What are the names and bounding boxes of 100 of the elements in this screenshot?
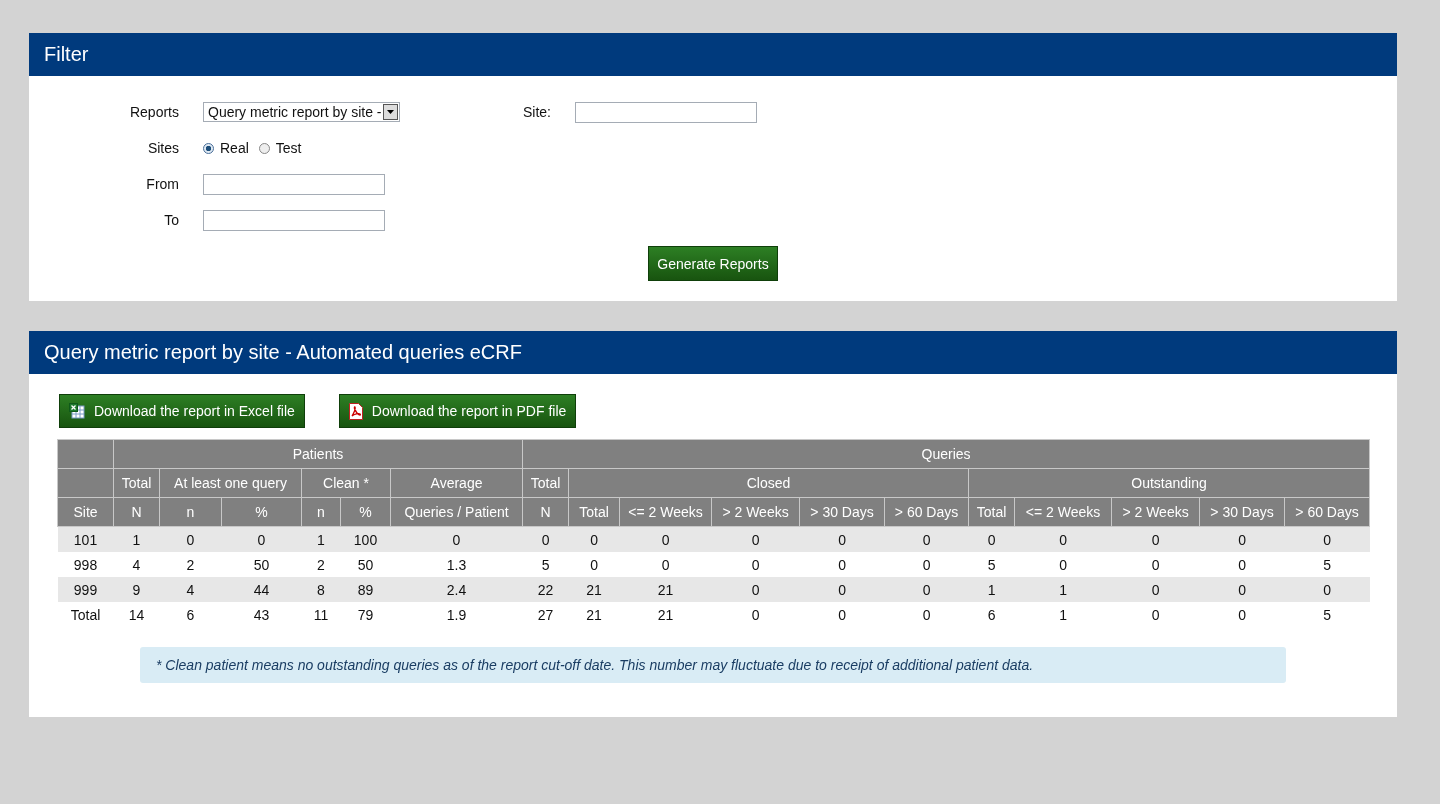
table-cell: 1: [1014, 602, 1112, 627]
table-cell: 4: [159, 577, 222, 602]
table-cell: 22: [522, 577, 569, 602]
table-cell: 14: [113, 602, 160, 627]
table-cell: 0: [221, 526, 302, 552]
radio-button[interactable]: [203, 142, 214, 154]
table-cell: 999: [57, 577, 114, 602]
table-cell: 0: [884, 602, 969, 627]
footnote: * Clean patient means no outstanding queries as of the report cut-off date. This number may fluctuate due to receipt of additional patient data.: [140, 647, 1286, 683]
column-header: <= 2 Weeks: [619, 497, 712, 527]
field-label: Site:: [523, 104, 552, 120]
table-cell: 0: [799, 602, 885, 627]
table-cell: 8: [301, 577, 341, 602]
table-cell: 0: [884, 526, 969, 552]
table-cell: 0: [711, 552, 800, 577]
column-header: %: [221, 497, 302, 527]
column-header: Patients: [113, 439, 523, 469]
radio-label: Test: [275, 140, 302, 156]
table-cell: 0: [568, 552, 620, 577]
table-cell: 0: [1111, 602, 1200, 627]
table-cell: Total: [57, 602, 114, 627]
table-cell: 0: [711, 577, 800, 602]
table-cell: 998: [57, 552, 114, 577]
download-pdf-button[interactable]: Download the report in PDF file: [338, 394, 577, 428]
table-cell: 6: [159, 602, 222, 627]
column-header: At least one query: [159, 468, 302, 498]
column-header: Outstanding: [968, 468, 1370, 498]
table-cell: 21: [619, 602, 712, 627]
table-cell: 0: [799, 552, 885, 577]
reports-dropdown[interactable]: Query metric report by site -: [203, 102, 400, 122]
table-cell: 0: [799, 577, 885, 602]
table-cell: 0: [1111, 552, 1200, 577]
table-cell: 21: [568, 577, 620, 602]
from-date-input[interactable]: [203, 173, 385, 195]
caret-icon: [387, 110, 394, 114]
table-cell: 9: [113, 577, 160, 602]
column-header: > 60 Days: [1284, 497, 1370, 527]
generate-reports-button[interactable]: Generate Reports: [648, 246, 778, 281]
table-cell: 0: [1199, 602, 1285, 627]
column-header: Queries: [522, 439, 1370, 469]
column-header: Average: [390, 468, 523, 498]
table-cell: 0: [711, 602, 800, 627]
field-label: Reports: [128, 104, 179, 120]
table-cell: 1: [968, 577, 1015, 602]
radio-label: Real: [220, 140, 249, 156]
table-cell: 1: [1014, 577, 1112, 602]
table-cell: 4: [113, 552, 160, 577]
table-cell: 101: [57, 526, 114, 552]
table-cell: 6: [968, 602, 1015, 627]
column-header: n: [159, 497, 222, 527]
table-cell: 0: [884, 577, 969, 602]
table-cell: 43: [221, 602, 302, 627]
table-cell: 79: [340, 602, 391, 627]
table-cell: 0: [619, 552, 712, 577]
column-header: Site: [57, 497, 114, 527]
table-cell: 0: [884, 552, 969, 577]
table-cell: 50: [340, 552, 391, 577]
table-cell: 0: [1014, 552, 1112, 577]
radio-button[interactable]: [258, 142, 270, 154]
column-header: Queries / Patient: [390, 497, 523, 527]
panel-title: Query metric report by site - Automated queries eCRF: [29, 331, 1397, 374]
table-cell: 50: [221, 552, 302, 577]
table-cell: 0: [799, 526, 885, 552]
table-cell: 2: [159, 552, 222, 577]
column-header: > 2 Weeks: [711, 497, 800, 527]
table-cell: 11: [301, 602, 341, 627]
to-date-input[interactable]: [203, 209, 385, 231]
table-cell: 44: [221, 577, 302, 602]
column-header: > 30 Days: [1199, 497, 1285, 527]
field-label: From: [145, 176, 179, 192]
table-cell: 5: [968, 552, 1015, 577]
table-cell: 27: [522, 602, 569, 627]
site-input[interactable]: [575, 101, 757, 123]
pdf-document-icon: [348, 402, 363, 420]
table-cell: 5: [1284, 602, 1370, 627]
table-cell: 5: [1284, 552, 1370, 577]
table-cell: 0: [390, 526, 523, 552]
table-cell: 0: [1199, 526, 1285, 552]
table-cell: 89: [340, 577, 391, 602]
table-cell: 0: [1199, 577, 1285, 602]
table-cell: 1.3: [390, 552, 523, 577]
column-header: Closed: [568, 468, 969, 498]
column-header: > 60 Days: [884, 497, 969, 527]
table-cell: 0: [1014, 526, 1112, 552]
field-label: Sites: [146, 140, 179, 156]
column-header: Clean *: [301, 468, 391, 498]
table-cell: 0: [1284, 577, 1370, 602]
spreadsheet-icon: [69, 403, 85, 419]
column-header: [57, 439, 114, 469]
table-cell: 0: [1199, 552, 1285, 577]
column-header: [57, 468, 114, 498]
column-header: > 30 Days: [799, 497, 885, 527]
table-cell: 21: [568, 602, 620, 627]
download-excel-button[interactable]: Download the report in Excel file: [59, 394, 305, 428]
column-header: > 2 Weeks: [1111, 497, 1200, 527]
table-cell: 21: [619, 577, 712, 602]
table-cell: 5: [522, 552, 569, 577]
table-cell: 0: [1284, 526, 1370, 552]
table-cell: 0: [619, 526, 712, 552]
table-cell: 0: [1111, 526, 1200, 552]
